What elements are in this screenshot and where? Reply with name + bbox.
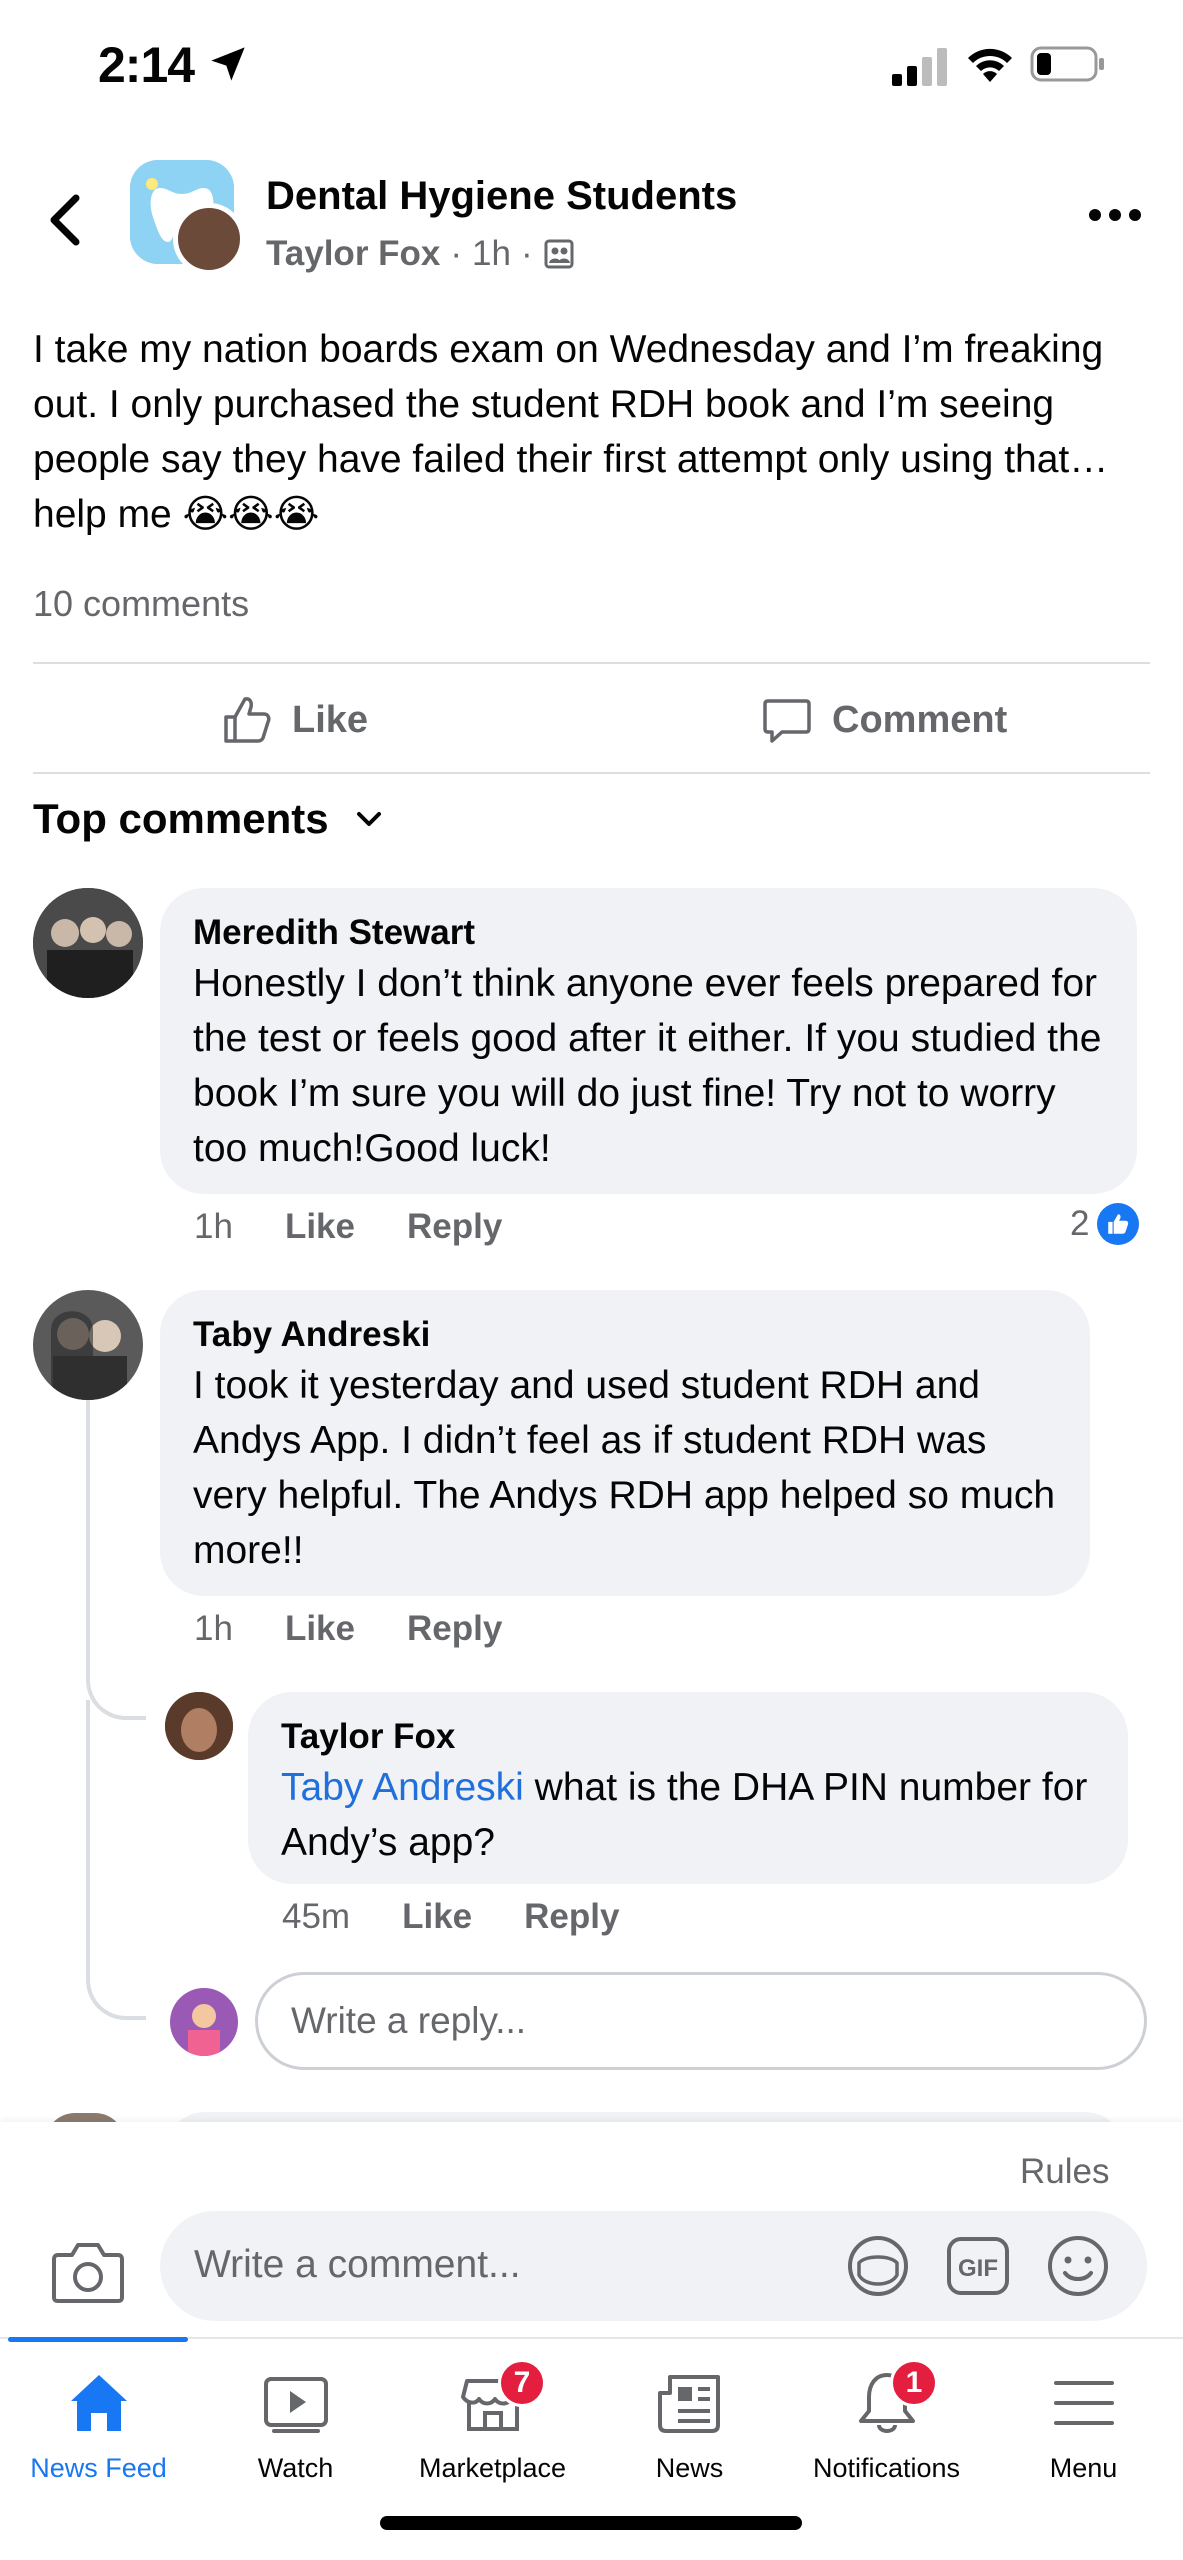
group-privacy-icon (544, 239, 574, 269)
reply-like-button[interactable]: Like (402, 1897, 472, 1937)
comment-like-button[interactable]: Like (285, 1207, 355, 1247)
top-comments-label: Top comments (33, 795, 329, 842)
reply-time: 45m (282, 1897, 351, 1936)
comment-count[interactable]: 10 comments (33, 583, 249, 625)
current-user-avatar (170, 1988, 238, 2056)
author-avatar[interactable] (173, 203, 245, 275)
top-comments-filter[interactable]: Top comments (33, 795, 385, 843)
commenter-name[interactable]: Meredith Stewart (193, 910, 1107, 956)
like-button[interactable]: Like (220, 665, 368, 775)
cellular-signal-icon (892, 48, 947, 86)
hamburger-menu-icon (1053, 2381, 1114, 2425)
comment-input[interactable]: Write a comment... GIF (160, 2211, 1147, 2321)
location-arrow-icon (211, 47, 245, 81)
reply-avatar[interactable] (165, 1692, 233, 1760)
thread-connector (86, 1400, 146, 1720)
status-time: 2:14 (98, 37, 195, 93)
tab-label: News (655, 2453, 724, 2483)
gif-label: GIF (958, 2255, 998, 2282)
avatar-photo (170, 1988, 238, 2056)
comment-actions: 1h Like Reply (194, 1609, 554, 1649)
more-options-icon[interactable] (1085, 200, 1145, 230)
post-meta: Taylor Fox · 1h · (266, 234, 575, 274)
reply-actions: 45m Like Reply (282, 1897, 671, 1937)
post-author[interactable]: Taylor Fox (266, 234, 440, 274)
emoji-icon[interactable] (1045, 2233, 1111, 2299)
comment-text: Honestly I don’t think anyone ever feels… (193, 962, 1102, 1170)
tab-label: Marketplace (418, 2453, 567, 2483)
commenter-avatar[interactable] (33, 888, 143, 998)
comment-bubble: Meredith Stewart Honestly I don’t think … (160, 888, 1137, 1194)
post-action-bar: Like Comment (0, 665, 1183, 775)
home-icon (70, 2375, 127, 2431)
battery-icon (1030, 46, 1104, 82)
post-time: 1h (472, 234, 511, 273)
post-body: I take my nation boards exam on Wednesda… (33, 328, 1109, 536)
tab-menu[interactable]: Menu (985, 2367, 1182, 2507)
comment-bubble-icon (763, 699, 811, 743)
reply-text: Taby Andreski what is the DHA PIN number… (281, 1760, 1098, 1870)
like-reaction-icon (1097, 1203, 1140, 1245)
comment-placeholder: Write a comment... (194, 2243, 521, 2286)
tab-label: Notifications (812, 2453, 961, 2483)
chevron-down-icon (356, 812, 381, 826)
reply-bubble: Taylor Fox Taby Andreski what is the DHA… (248, 1692, 1128, 1884)
tab-label: Menu (1049, 2453, 1118, 2483)
avatar-photo (33, 1290, 143, 1400)
meta-separator: · (450, 234, 463, 273)
comment-like-button[interactable]: Like (285, 1609, 355, 1649)
wifi-icon (968, 48, 1012, 82)
divider (33, 772, 1150, 774)
avatar-sticker-icon[interactable] (845, 2233, 911, 2299)
gif-icon[interactable]: GIF (945, 2233, 1011, 2299)
thumbs-up-icon (224, 697, 271, 743)
back-chevron-icon[interactable] (40, 190, 90, 250)
home-indicator (380, 2516, 802, 2530)
tab-news-feed[interactable]: News Feed (0, 2367, 197, 2507)
thread-connector (86, 1700, 146, 2020)
tab-news[interactable]: News (591, 2367, 788, 2507)
replier-name[interactable]: Taylor Fox (281, 1714, 1098, 1760)
comment-text: I took it yesterday and used student RDH… (193, 1364, 1056, 1572)
status-bar: 2:14 (0, 0, 1183, 130)
notification-badge: 7 (498, 2359, 546, 2407)
like-label: Like (292, 698, 369, 741)
comment-time: 1h (194, 1207, 233, 1246)
camera-icon[interactable] (50, 2237, 126, 2307)
tab-watch[interactable]: Watch (197, 2367, 394, 2507)
reaction-count[interactable]: 2 (1070, 1203, 1140, 1245)
comment-time: 1h (194, 1609, 233, 1648)
reply-input[interactable]: Write a reply... (255, 1972, 1147, 2070)
commenter-name[interactable]: Taby Andreski (193, 1312, 1060, 1358)
avatar-photo (165, 1692, 233, 1760)
comment-bubble: Taby Andreski I took it yesterday and us… (160, 1290, 1090, 1596)
tab-notifications[interactable]: Notifications 1 (788, 2359, 985, 2507)
comment-label: Comment (832, 698, 1008, 741)
watch-video-icon (263, 2377, 328, 2433)
tab-marketplace[interactable]: Marketplace 7 (394, 2359, 591, 2507)
divider (33, 662, 1150, 664)
commenter-avatar[interactable] (33, 1290, 143, 1400)
tab-label: News Feed (30, 2453, 167, 2483)
tab-label: Watch (257, 2453, 334, 2483)
comment-reply-button[interactable]: Reply (407, 1609, 502, 1649)
meta-separator: · (520, 234, 533, 273)
comment-reply-button[interactable]: Reply (407, 1207, 502, 1247)
comment-button[interactable]: Comment (760, 665, 1007, 775)
rules-link[interactable]: Rules (1020, 2152, 1109, 2192)
mention-link[interactable]: Taby Andreski (281, 1766, 524, 1809)
comment-actions: 1h Like Reply (194, 1207, 554, 1247)
news-icon (657, 2375, 720, 2433)
active-tab-indicator (8, 2337, 188, 2342)
avatar-photo (33, 888, 143, 998)
reaction-number: 2 (1070, 1204, 1090, 1243)
group-name[interactable]: Dental Hygiene Students (266, 174, 737, 219)
notification-badge: 1 (890, 2359, 938, 2407)
reply-reply-button[interactable]: Reply (524, 1897, 619, 1937)
